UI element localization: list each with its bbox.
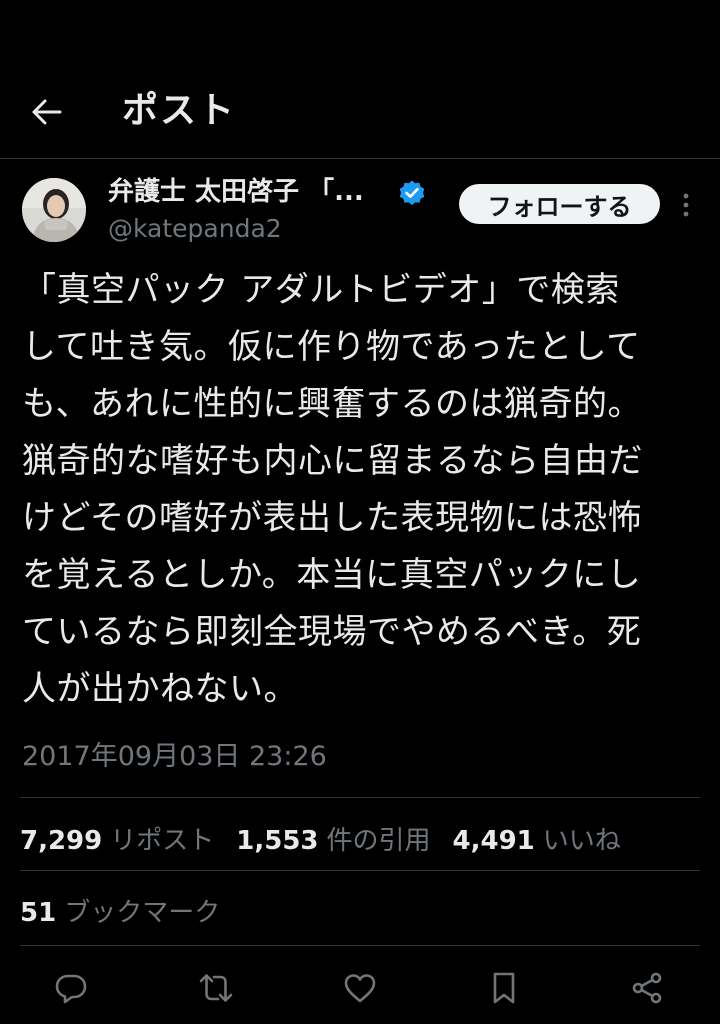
tweet-text-line: 「真空パック アダルトビデオ」で検索 — [22, 270, 620, 310]
display-name[interactable]: 弁護士 太田啓子 「... — [108, 174, 364, 210]
verified-badge-icon — [398, 179, 426, 207]
bookmark-count-value: 51 — [20, 897, 57, 928]
back-button[interactable] — [24, 92, 70, 132]
share-icon — [630, 971, 664, 1005]
repost-icon — [198, 971, 234, 1005]
tweet-text-line: けどその嗜好が表出した表現物には恐怖 — [22, 498, 642, 538]
bookmark-count-label: ブックマーク — [64, 897, 221, 928]
bookmark-icon — [490, 971, 518, 1005]
divider — [20, 797, 700, 798]
divider — [20, 870, 700, 871]
arrow-left-icon — [32, 99, 62, 125]
avatar[interactable] — [22, 178, 86, 242]
user-handle[interactable]: @katepanda2 — [108, 213, 282, 245]
repost-count-label: リポスト — [110, 825, 215, 856]
repost-button[interactable] — [196, 968, 236, 1008]
repost-count[interactable]: 7,299 リポスト — [20, 820, 214, 857]
tweet-text-line: も、あれに性的に興奮するのは猟奇的。 — [22, 384, 642, 424]
top-bar: ポスト — [0, 0, 720, 159]
quote-count-label: 件の引用 — [326, 825, 431, 856]
follow-button[interactable]: フォローする — [459, 184, 660, 224]
tweet-text: 「真空パック アダルトビデオ」で検索 して吐き気。仮に作り物であったとして も、… — [22, 262, 702, 718]
heart-icon — [343, 972, 377, 1004]
tweet-text-line: 人が出かねない。 — [22, 669, 298, 709]
engagement-stats: 7,299 リポスト 1,553 件の引用 4,491 いいね — [20, 818, 621, 858]
tweet-timestamp[interactable]: 2017年09月03日 23:26 — [22, 740, 327, 774]
like-button[interactable] — [340, 968, 380, 1008]
tweet-text-line: 猟奇的な嗜好も内心に留まるなら自由だ — [22, 441, 643, 481]
reply-button[interactable] — [51, 968, 91, 1008]
share-button[interactable] — [627, 968, 667, 1008]
divider — [20, 945, 700, 946]
tweet-text-line: して吐き気。仮に作り物であったとして — [22, 327, 641, 367]
repost-count-value: 7,299 — [20, 825, 103, 856]
bookmark-button[interactable] — [484, 968, 524, 1008]
more-button[interactable] — [676, 190, 696, 220]
quote-count-value: 1,553 — [236, 825, 319, 856]
quote-count[interactable]: 1,553 件の引用 — [236, 820, 430, 857]
action-bar — [0, 960, 720, 1010]
like-count[interactable]: 4,491 いいね — [453, 820, 621, 857]
page-title: ポスト — [122, 90, 237, 131]
bookmark-count[interactable]: 51 ブックマーク — [20, 890, 220, 930]
more-vertical-icon — [676, 190, 696, 220]
like-count-value: 4,491 — [452, 825, 535, 856]
tweet-text-line: を覚えるとしか。本当に真空パックにし — [22, 555, 642, 595]
reply-icon — [54, 971, 88, 1005]
author-row: 弁護士 太田啓子 「... @katepanda2 フォローする — [0, 158, 720, 258]
like-count-label: いいね — [542, 825, 621, 856]
tweet-text-line: ているなら即刻全現場でやめるべき。死 — [22, 612, 642, 652]
